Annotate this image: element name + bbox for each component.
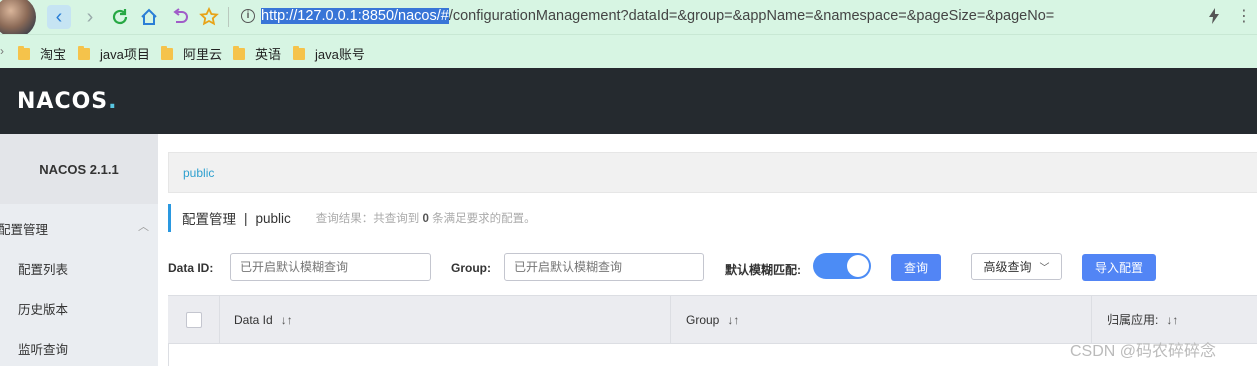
- chevron-up-icon: ︿: [138, 221, 149, 233]
- page-heading: 配置管理 | public 查询结果：共查询到 0 条满足要求的配置。: [168, 204, 536, 232]
- select-all-checkbox[interactable]: [186, 312, 202, 328]
- folder-icon: [78, 45, 90, 60]
- column-label: 归属应用:: [1107, 313, 1159, 327]
- column-divider: [219, 296, 220, 343]
- column-divider: [1091, 296, 1092, 343]
- column-divider: [670, 296, 671, 343]
- url-selected-text: http://127.0.0.1:8850/nacos/#: [261, 8, 449, 24]
- bookmark-label: 英语: [255, 47, 282, 62]
- chevron-down-icon: ﹀: [1039, 263, 1050, 274]
- chevron-right-icon[interactable]: ›: [0, 44, 4, 58]
- column-label: Data Id: [234, 312, 273, 327]
- column-label: Group: [686, 312, 720, 327]
- bookmark-item[interactable]: 英语: [233, 44, 281, 63]
- browser-toolbar: ‹ › i http://127.0.0.1:8850/nacos/#/conf…: [0, 0, 1257, 38]
- divider: [228, 7, 229, 27]
- bookmark-label: 阿里云: [183, 47, 223, 62]
- query-button[interactable]: 查询: [891, 254, 941, 281]
- title-separator: |: [244, 210, 248, 226]
- filter-row: Data ID: Group: 默认模糊匹配: 查询 高级查询 ﹀ 导入配置: [168, 253, 1257, 283]
- folder-icon: [233, 45, 245, 60]
- toggle-knob: [847, 255, 869, 277]
- watermark: CSDN @码农碎碎念: [1070, 343, 1217, 360]
- address-bar[interactable]: http://127.0.0.1:8850/nacos/#/configurat…: [261, 8, 1054, 24]
- bookmark-item[interactable]: java账号: [293, 44, 365, 63]
- logo-text: NACOS: [17, 89, 109, 114]
- advanced-query-label: 高级查询: [983, 260, 1032, 274]
- data-id-label: Data ID:: [168, 261, 214, 275]
- app-header: NACOS.: [0, 68, 1257, 134]
- info-icon[interactable]: i: [241, 9, 255, 23]
- column-header-group[interactable]: Group ↓↑: [686, 296, 739, 343]
- sort-icon[interactable]: ↓↑: [727, 313, 739, 327]
- page-title: 配置管理: [182, 212, 236, 227]
- bookmark-label: java项目: [100, 47, 150, 62]
- fuzzy-match-toggle[interactable]: [813, 253, 871, 279]
- bookmark-item[interactable]: java项目: [78, 44, 150, 63]
- undo-icon[interactable]: [168, 5, 192, 29]
- profile-avatar[interactable]: [0, 0, 36, 38]
- bookmark-label: java账号: [315, 47, 365, 62]
- more-icon[interactable]: ⋮: [1236, 6, 1252, 26]
- group-input[interactable]: [504, 253, 704, 281]
- folder-icon: [161, 45, 173, 60]
- namespace-bar: public: [168, 152, 1257, 193]
- sort-icon[interactable]: ↓↑: [1166, 313, 1178, 327]
- bookmark-label: 淘宝: [40, 47, 67, 62]
- logo-dot: .: [108, 89, 118, 114]
- lightning-icon[interactable]: [1208, 7, 1220, 30]
- sidebar-item-config-list[interactable]: 配置列表: [18, 259, 68, 278]
- bookmark-item[interactable]: 阿里云: [161, 44, 222, 63]
- main-content: public 配置管理 | public 查询结果：共查询到 0 条满足要求的配…: [168, 134, 1257, 366]
- reload-icon[interactable]: [108, 5, 132, 29]
- import-config-button[interactable]: 导入配置: [1082, 254, 1156, 281]
- bookmark-star-icon[interactable]: [197, 5, 221, 29]
- forward-icon[interactable]: ›: [78, 5, 102, 29]
- data-id-input[interactable]: [230, 253, 431, 281]
- namespace-link-public[interactable]: public: [183, 166, 214, 180]
- column-header-app[interactable]: 归属应用: ↓↑: [1107, 296, 1178, 343]
- folder-icon: [293, 45, 305, 60]
- page-namespace: public: [255, 210, 291, 226]
- sidebar-item-listener[interactable]: 监听查询: [18, 339, 68, 358]
- home-icon[interactable]: [137, 5, 161, 29]
- sort-icon[interactable]: ↓↑: [281, 313, 293, 327]
- query-result-text: 查询结果：共查询到 0 条满足要求的配置。: [315, 213, 536, 225]
- bookmark-item[interactable]: 淘宝: [18, 44, 66, 63]
- sidebar-group-config[interactable]: 配置管理 ︿: [0, 214, 158, 238]
- sidebar-item-history[interactable]: 历史版本: [18, 299, 68, 318]
- advanced-query-button[interactable]: 高级查询 ﹀: [971, 253, 1062, 280]
- back-icon[interactable]: ‹: [47, 5, 71, 29]
- result-count: 0: [422, 213, 429, 225]
- column-header-data-id[interactable]: Data Id ↓↑: [234, 296, 293, 343]
- bookmarks-bar: › 淘宝 java项目 阿里云 英语 java账号: [0, 34, 1257, 68]
- nacos-logo[interactable]: NACOS.: [17, 89, 118, 114]
- url-text: /configurationManagement?dataId=&group=&…: [448, 8, 1055, 24]
- fuzzy-match-label: 默认模糊匹配:: [725, 263, 801, 277]
- group-label: Group:: [451, 261, 491, 275]
- sidebar-title: NACOS 2.1.1: [0, 134, 158, 204]
- sidebar: NACOS 2.1.1 配置管理 ︿ 配置列表 历史版本 监听查询: [0, 134, 158, 366]
- sidebar-group-label: 配置管理: [0, 223, 49, 237]
- folder-icon: [18, 45, 30, 60]
